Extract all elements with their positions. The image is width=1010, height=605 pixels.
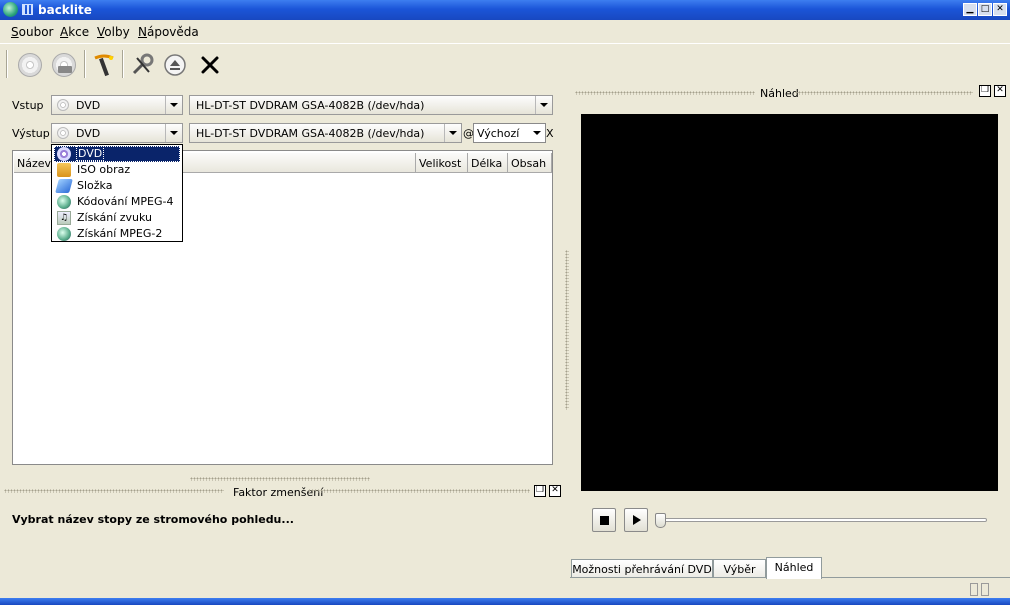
- output-device-combo[interactable]: HL-DT-ST DVDRAM GSA-4082B (/dev/hda): [189, 123, 462, 143]
- input-label: Vstup: [12, 99, 44, 112]
- resize-grip-icon[interactable]: [981, 583, 989, 596]
- close-x-icon[interactable]: [195, 50, 225, 80]
- audio-extract-icon: ♫: [57, 211, 71, 225]
- title-bar: backlite ▁ □ ✕: [0, 0, 1010, 20]
- film-extract-icon: [57, 227, 71, 241]
- film-encode-icon: [57, 195, 71, 209]
- dock-close-button[interactable]: ✕: [549, 485, 561, 497]
- output-type-dropdown[interactable]: DVD ISO obraz Složka Kódování MPEG-4 ♫ Z…: [51, 144, 183, 242]
- dock-grip[interactable]: [4, 489, 224, 493]
- app-icon[interactable]: [3, 2, 18, 17]
- stop-button[interactable]: [592, 508, 616, 532]
- magic-wand-icon[interactable]: [89, 50, 119, 80]
- chevron-down-icon[interactable]: [165, 96, 182, 114]
- vertical-splitter[interactable]: [565, 250, 569, 410]
- speed-combo[interactable]: Výchozí: [473, 123, 546, 143]
- copies-x-label: X: [546, 127, 554, 140]
- output-type-combo[interactable]: DVD: [51, 123, 183, 143]
- output-label: Výstup: [12, 127, 50, 140]
- dropdown-item-folder[interactable]: Složka: [54, 178, 180, 194]
- input-device-value: HL-DT-ST DVDRAM GSA-4082B (/dev/hda): [196, 99, 425, 112]
- dropdown-item-iso[interactable]: ISO obraz: [54, 162, 180, 178]
- play-button[interactable]: [624, 508, 648, 532]
- dropdown-item-dvd[interactable]: DVD: [54, 146, 180, 162]
- window-bottom-border: [0, 598, 1010, 605]
- menu-napoveda[interactable]: Nápověda: [138, 25, 199, 39]
- menu-bar: Soubor Akce Volby Nápověda: [0, 20, 1010, 42]
- chevron-down-icon[interactable]: [529, 124, 545, 142]
- output-type-value: DVD: [76, 127, 101, 140]
- seek-slider-track[interactable]: [660, 518, 987, 522]
- dropdown-item-mpeg2[interactable]: Získání MPEG-2: [54, 226, 180, 242]
- resize-grip-icon[interactable]: [970, 583, 978, 596]
- column-header-size[interactable]: Velikost: [416, 153, 468, 173]
- input-device-combo[interactable]: HL-DT-ST DVDRAM GSA-4082B (/dev/hda): [189, 95, 553, 115]
- seek-slider-handle[interactable]: [655, 513, 666, 528]
- undock-button[interactable]: ❐: [534, 485, 546, 497]
- splitter-handle[interactable]: [190, 477, 370, 481]
- preview-panel-title: Náhled: [760, 87, 799, 100]
- eject-icon[interactable]: [160, 50, 190, 80]
- dock-grip[interactable]: [308, 489, 530, 493]
- maximize-button[interactable]: □: [978, 3, 992, 16]
- minimize-button[interactable]: ▁: [963, 3, 977, 16]
- input-type-combo[interactable]: DVD: [51, 95, 183, 115]
- chevron-down-icon[interactable]: [444, 124, 461, 142]
- dock-grip[interactable]: [575, 91, 755, 95]
- tab-preview[interactable]: Náhled: [766, 557, 822, 579]
- speed-value: Výchozí: [477, 127, 520, 140]
- dock-close-button[interactable]: ✕: [994, 85, 1006, 97]
- dock-grip[interactable]: [795, 91, 973, 95]
- folder-icon: [57, 163, 71, 177]
- dvd-icon: [57, 99, 69, 111]
- cd-icon[interactable]: [15, 50, 45, 80]
- menu-volby[interactable]: Volby: [97, 25, 130, 39]
- output-device-value: HL-DT-ST DVDRAM GSA-4082B (/dev/hda): [196, 127, 425, 140]
- input-type-value: DVD: [76, 99, 101, 112]
- window-menu-icon[interactable]: [22, 4, 33, 15]
- status-message: Vybrat název stopy ze stromového pohledu…: [12, 513, 294, 526]
- chevron-down-icon[interactable]: [535, 96, 552, 114]
- dropdown-item-audio[interactable]: ♫ Získání zvuku: [54, 210, 180, 226]
- stop-icon: [599, 515, 609, 525]
- undock-button[interactable]: ❐: [979, 85, 991, 97]
- menu-soubor[interactable]: Soubor: [11, 25, 53, 39]
- settings-tools-icon[interactable]: [127, 50, 157, 80]
- toolbar-separator: [84, 50, 86, 78]
- dvd-icon: [57, 147, 71, 161]
- toolbar-separator: [122, 50, 124, 78]
- window-title: backlite: [38, 3, 92, 17]
- play-icon: [633, 515, 641, 525]
- column-header-length[interactable]: Délka: [468, 153, 508, 173]
- toolbar: [0, 43, 1010, 84]
- tab-selection[interactable]: Výběr: [713, 559, 766, 577]
- folder-blue-icon: [55, 179, 73, 193]
- column-header-content[interactable]: Obsah: [508, 153, 552, 173]
- close-window-button[interactable]: ✕: [993, 3, 1007, 16]
- video-preview[interactable]: [581, 114, 998, 491]
- menu-akce[interactable]: Akce: [60, 25, 89, 39]
- tab-dvd-playback-options[interactable]: Možnosti přehrávání DVD: [571, 559, 713, 577]
- dvd-icon: [57, 127, 69, 139]
- chevron-down-icon[interactable]: [165, 124, 182, 142]
- dvd-copy-icon[interactable]: [49, 50, 79, 80]
- toolbar-handle[interactable]: [6, 50, 8, 78]
- dropdown-item-mpeg4[interactable]: Kódování MPEG-4: [54, 194, 180, 210]
